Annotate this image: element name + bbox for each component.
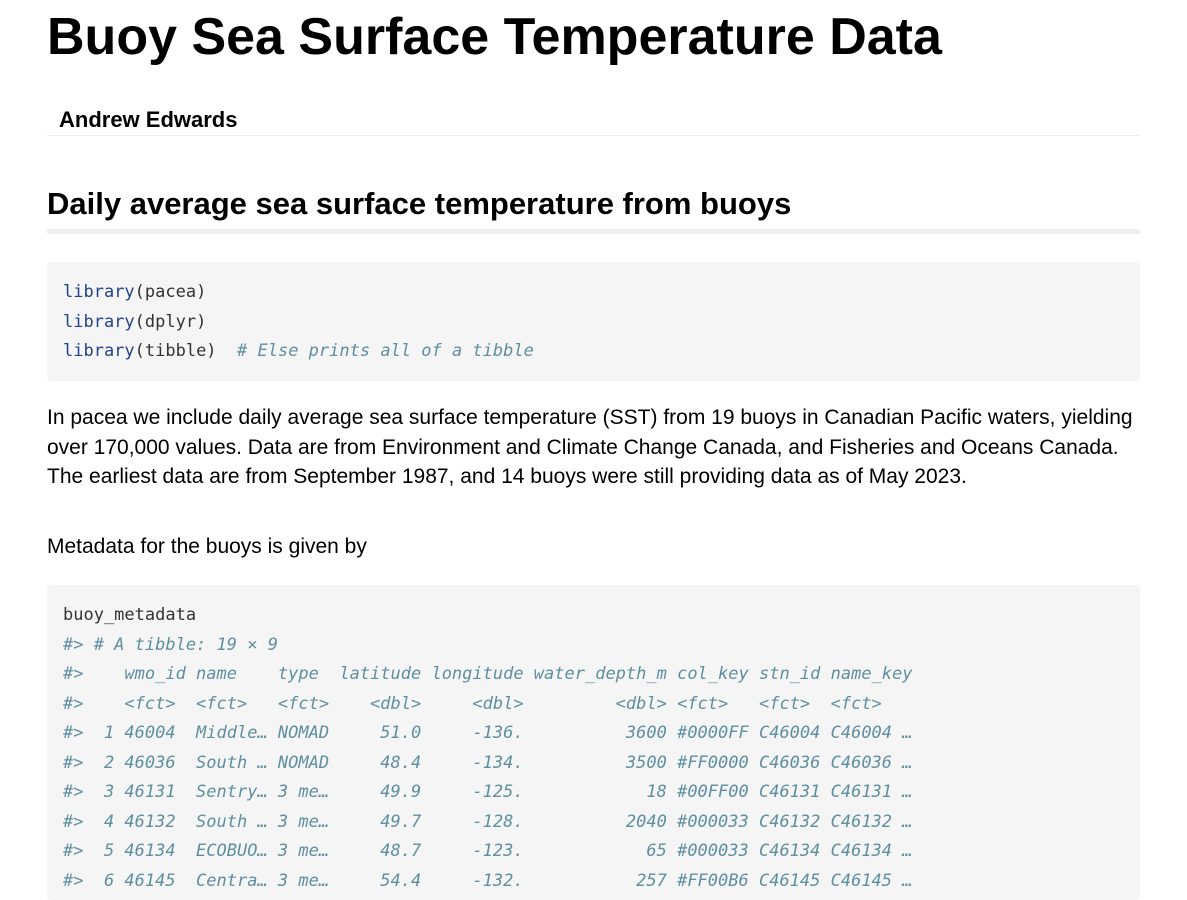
code-command: buoy_metadata	[63, 605, 197, 625]
output-line: #> 4 46132 South … 3 me… 49.7 -128. 2040…	[63, 811, 913, 832]
output-line: #> 6 46145 Centra… 3 me… 54.4 -132. 257 …	[63, 870, 913, 891]
code-line: library(pacea)	[63, 277, 1124, 307]
output-line: #> <fct> <fct> <fct> <dbl> <dbl> <dbl> <…	[63, 693, 882, 714]
metadata-paragraph: Metadata for the buoys is given by	[47, 535, 367, 558]
output-line: #> 1 46004 Middle… NOMAD 51.0 -136. 3600…	[63, 723, 913, 743]
output-line: #> 3 46131 Sentry… 3 me… 49.9 -125. 18 #…	[63, 782, 913, 802]
code-block-libraries: library(pacea) library(dplyr) library(ti…	[47, 262, 1140, 381]
author-block: Andrew Edwards	[47, 104, 1140, 136]
output-line: #> 2 46036 South … NOMAD 48.4 -134. 3500…	[63, 752, 913, 773]
code-argument: (dplyr)	[134, 311, 207, 332]
output-line: #> # A tibble: 19 × 9	[63, 634, 278, 655]
code-comment: # Else prints all of a tibble	[237, 341, 534, 361]
output-line: #> wmo_id name type latitude longitude w…	[63, 664, 913, 684]
code-function: library	[63, 311, 135, 332]
author-name: Andrew Edwards	[59, 107, 238, 132]
code-line: library(dplyr)	[63, 307, 1124, 337]
section-heading: Daily average sea surface temperature fr…	[47, 184, 1140, 234]
page-title: Buoy Sea Surface Temperature Data	[47, 8, 942, 66]
intro-paragraph: In pacea we include daily average sea su…	[47, 406, 1133, 488]
code-function: library	[63, 282, 135, 302]
document-page: Buoy Sea Surface Temperature Data Andrew…	[0, 0, 1187, 900]
code-argument: (tibble)	[134, 341, 217, 361]
code-function: library	[63, 341, 135, 361]
code-line: library(tibble) # Else prints all of a t…	[63, 336, 1124, 366]
code-block-metadata: buoy_metadata #> # A tibble: 19 × 9 #> w…	[47, 585, 1140, 900]
section-heading-text: Daily average sea surface temperature fr…	[47, 186, 792, 221]
code-argument: (pacea)	[134, 282, 207, 302]
output-line: #> 5 46134 ECOBUO… 3 me… 48.7 -123. 65 #…	[63, 841, 913, 861]
